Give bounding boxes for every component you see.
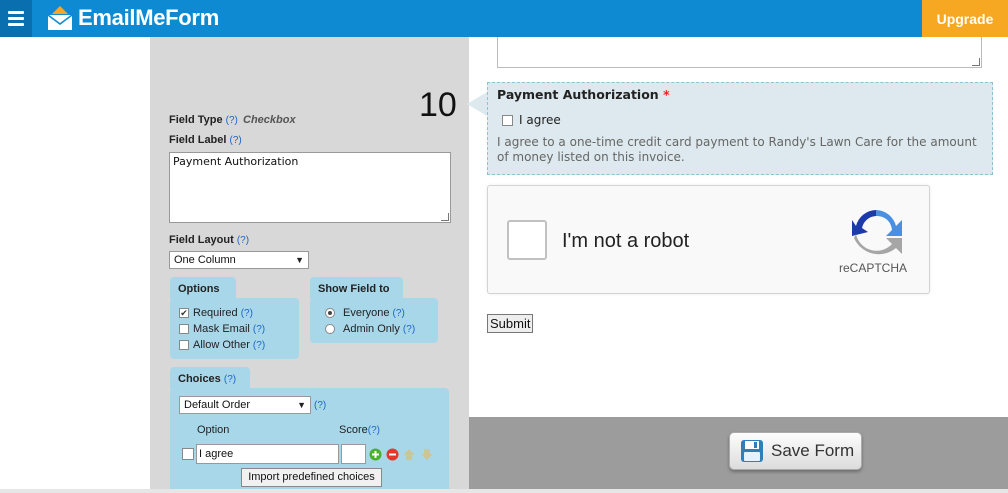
dropdown-arrow-icon: ▼ [295,255,304,265]
floppy-disk-icon [741,440,763,462]
add-choice-icon[interactable] [369,448,382,461]
option-required[interactable]: ✔ Required (?) [179,307,253,319]
save-form-button[interactable]: Save Form [729,432,862,470]
checkbox-checked-icon[interactable]: ✔ [179,308,189,318]
preview-checkbox-option[interactable]: I agree [502,113,561,127]
checkbox-icon[interactable] [502,114,513,126]
save-form-label: Save Form [771,441,855,460]
resize-handle-icon[interactable] [972,58,980,66]
recaptcha-text: I'm not a robot [562,230,690,252]
recaptcha-widget: I'm not a robot reCAPTCHA [487,185,930,294]
import-choices-button[interactable]: Import predefined choices [241,468,382,487]
help-link[interactable]: (?) [230,135,242,146]
recaptcha-checkbox[interactable] [507,220,547,260]
show-field-box [310,298,438,343]
help-link[interactable]: (?) [403,324,415,335]
upgrade-button[interactable]: Upgrade [922,0,1008,37]
field-label-label: Field Label (?) [169,134,242,146]
help-link[interactable]: (?) [253,340,265,351]
field-layout-select[interactable]: One Column ▼ [169,251,309,269]
help-link[interactable]: (?) [241,308,253,319]
field-type-label: Field Type (?) [169,114,238,126]
help-link[interactable]: (?) [237,235,249,246]
choice-option-input[interactable]: I agree [196,444,339,464]
remove-choice-icon[interactable] [386,448,399,461]
choice-order-select[interactable]: Default Order ▼ [179,396,311,414]
show-field-tab: Show Field to [310,277,403,299]
field-type-value: Checkbox [243,114,296,126]
radio-selected-icon[interactable] [325,308,335,318]
preview-field-title: Payment Authorization * [497,87,670,102]
choice-score-input[interactable] [341,444,366,464]
logo-text: EmailMeForm [78,5,219,30]
recaptcha-logo-icon [852,210,902,255]
checkbox-icon[interactable] [179,324,189,334]
resize-handle-icon[interactable] [441,213,449,221]
option-allow-other[interactable]: Allow Other (?) [179,339,265,351]
move-down-icon[interactable] [421,449,433,460]
horizontal-scrollbar[interactable] [0,489,1008,493]
dropdown-arrow-icon: ▼ [297,400,306,410]
choice-row-controls [369,448,433,461]
choices-tab: Choices (?) [170,367,250,389]
recaptcha-brand: reCAPTCHA [839,261,908,275]
selected-field-pointer [467,92,487,116]
radio-icon[interactable] [325,324,335,334]
previous-field-textarea[interactable] [497,37,982,68]
field-number: 10 [419,86,457,124]
submit-button[interactable]: Submit [487,314,534,333]
column-score-header: Score (?) [339,424,380,436]
envelope-logo-icon [47,6,73,30]
show-field-admin-only[interactable]: Admin Only (?) [325,323,415,335]
options-tab: Options [170,277,236,299]
required-mark: * [663,87,670,102]
show-field-everyone[interactable]: Everyone (?) [325,307,405,319]
choice-default-checkbox[interactable] [182,448,194,460]
preview-field-description: I agree to a one-time credit card paymen… [497,135,977,164]
help-link[interactable]: (?) [368,425,380,436]
help-link[interactable]: (?) [393,308,405,319]
move-up-icon[interactable] [403,449,415,460]
menu-icon[interactable] [0,0,32,37]
option-mask-email[interactable]: Mask Email (?) [179,323,265,335]
help-link[interactable]: (?) [314,400,326,411]
help-link[interactable]: (?) [224,374,236,385]
help-link[interactable]: (?) [226,115,238,126]
help-link[interactable]: (?) [253,324,265,335]
logo[interactable]: EmailMeForm [46,4,219,32]
field-label-input[interactable]: Payment Authorization [169,152,451,223]
column-option-header: Option [197,424,230,436]
checkbox-icon[interactable] [179,340,189,350]
field-layout-label: Field Layout (?) [169,234,250,246]
